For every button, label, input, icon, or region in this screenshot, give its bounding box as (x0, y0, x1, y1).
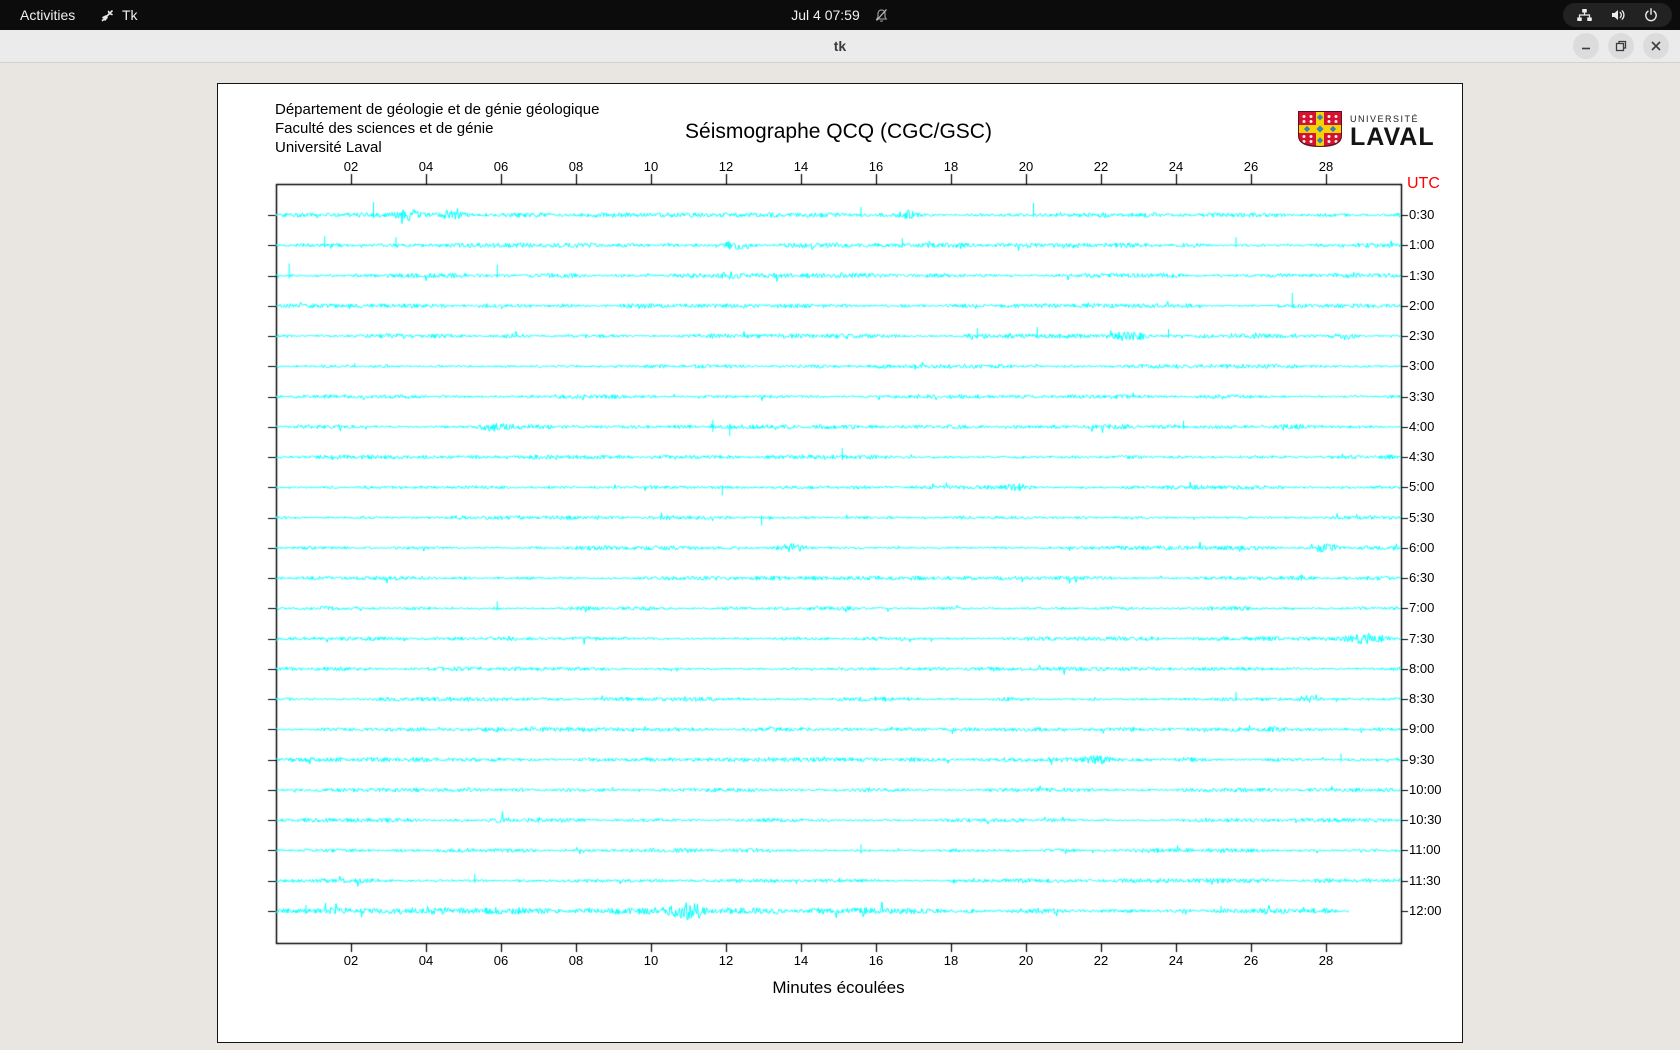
utc-time-label: 7:00 (1409, 600, 1435, 616)
chart-title: Séismographe QCQ (CGC/GSC) (685, 120, 992, 143)
x-tick-label-top: 28 (1318, 159, 1334, 174)
volume-icon (1610, 7, 1626, 23)
app-indicator-tk[interactable]: Tk (100, 0, 138, 30)
utc-time-label: 12:00 (1409, 902, 1442, 918)
system-tray[interactable] (1563, 3, 1672, 27)
tk-window: Département de géologie et de génie géol… (217, 83, 1463, 1043)
x-tick-label-bottom: 26 (1243, 953, 1259, 968)
utc-time-label: 5:30 (1409, 509, 1435, 525)
utc-time-label: 11:30 (1409, 872, 1441, 888)
window-title: tk (833, 38, 847, 54)
x-axis-title: Minutes écoulées (772, 978, 905, 997)
utc-time-label: 6:00 (1409, 539, 1435, 555)
laval-shield-icon (1298, 111, 1342, 152)
x-tick-label-top: 16 (868, 159, 884, 174)
gnome-top-bar: Activities Tk Jul 4 07:59 (0, 0, 1680, 30)
x-tick-label-bottom: 04 (418, 953, 434, 968)
x-tick-label-bottom: 18 (943, 953, 959, 968)
utc-time-label: 7:30 (1409, 630, 1435, 646)
utc-time-label: 9:30 (1409, 751, 1435, 767)
x-tick-label-bottom: 10 (643, 953, 659, 968)
app-indicator-label: Tk (122, 7, 138, 23)
x-tick-label-top: 22 (1093, 159, 1109, 174)
utc-time-label: 6:30 (1409, 570, 1435, 586)
x-tick-label-bottom: 08 (568, 953, 584, 968)
x-tick-label-top: 10 (643, 159, 659, 174)
universite-laval-logo: UNIVERSITÉ LAVAL (1298, 111, 1435, 152)
utc-time-label: 10:00 (1409, 781, 1442, 797)
utc-axis-label: UTC (1407, 175, 1440, 192)
maximize-button[interactable] (1608, 33, 1634, 59)
utc-time-label: 11:00 (1409, 842, 1441, 858)
x-tick-label-top: 24 (1168, 159, 1184, 174)
x-tick-label-top: 14 (793, 159, 809, 174)
utc-time-label: 8:30 (1409, 691, 1435, 707)
logo-laval-text: LAVAL (1350, 123, 1435, 151)
notifications-muted-icon (874, 8, 889, 23)
utc-time-label: 1:00 (1409, 237, 1435, 253)
utc-time-label: 9:00 (1409, 721, 1435, 737)
utc-time-label: 1:30 (1409, 267, 1435, 283)
x-tick-label-bottom: 28 (1318, 953, 1334, 968)
utc-time-label: 3:30 (1409, 388, 1435, 404)
utc-time-label: 2:30 (1409, 328, 1435, 344)
utc-time-label: 8:00 (1409, 660, 1435, 676)
x-tick-label-top: 02 (343, 159, 359, 174)
close-button[interactable] (1643, 33, 1669, 59)
activities-button[interactable]: Activities (14, 0, 81, 30)
x-tick-label-bottom: 22 (1093, 953, 1109, 968)
power-icon (1643, 7, 1659, 23)
utc-time-label: 10:30 (1409, 812, 1442, 828)
x-tick-label-bottom: 24 (1168, 953, 1184, 968)
department-line: Département de géologie et de génie géol… (275, 101, 600, 118)
x-tick-label-top: 26 (1243, 159, 1259, 174)
seismograph-canvas (218, 84, 1462, 1042)
tk-app-icon (100, 8, 115, 23)
utc-time-label: 5:00 (1409, 479, 1435, 495)
x-tick-label-top: 06 (493, 159, 509, 174)
x-tick-label-top: 18 (943, 159, 959, 174)
x-tick-label-bottom: 12 (718, 953, 734, 968)
x-tick-label-bottom: 20 (1018, 953, 1034, 968)
x-tick-label-bottom: 02 (343, 953, 359, 968)
x-tick-label-bottom: 06 (493, 953, 509, 968)
utc-time-label: 3:00 (1409, 358, 1435, 374)
x-tick-label-bottom: 16 (868, 953, 884, 968)
utc-time-label: 0:30 (1409, 207, 1435, 222)
x-tick-label-top: 12 (718, 159, 734, 174)
x-tick-label-bottom: 14 (793, 953, 809, 968)
utc-time-label: 4:00 (1409, 418, 1435, 434)
x-tick-label-top: 08 (568, 159, 584, 174)
x-tick-label-top: 20 (1018, 159, 1034, 174)
clock[interactable]: Jul 4 07:59 (791, 7, 860, 23)
utc-time-label: 2:00 (1409, 297, 1435, 313)
minimize-button[interactable] (1573, 33, 1599, 59)
x-tick-label-top: 04 (418, 159, 434, 174)
utc-time-label: 4:30 (1409, 449, 1435, 465)
window-titlebar[interactable]: tk (0, 30, 1680, 63)
network-icon (1576, 7, 1593, 23)
